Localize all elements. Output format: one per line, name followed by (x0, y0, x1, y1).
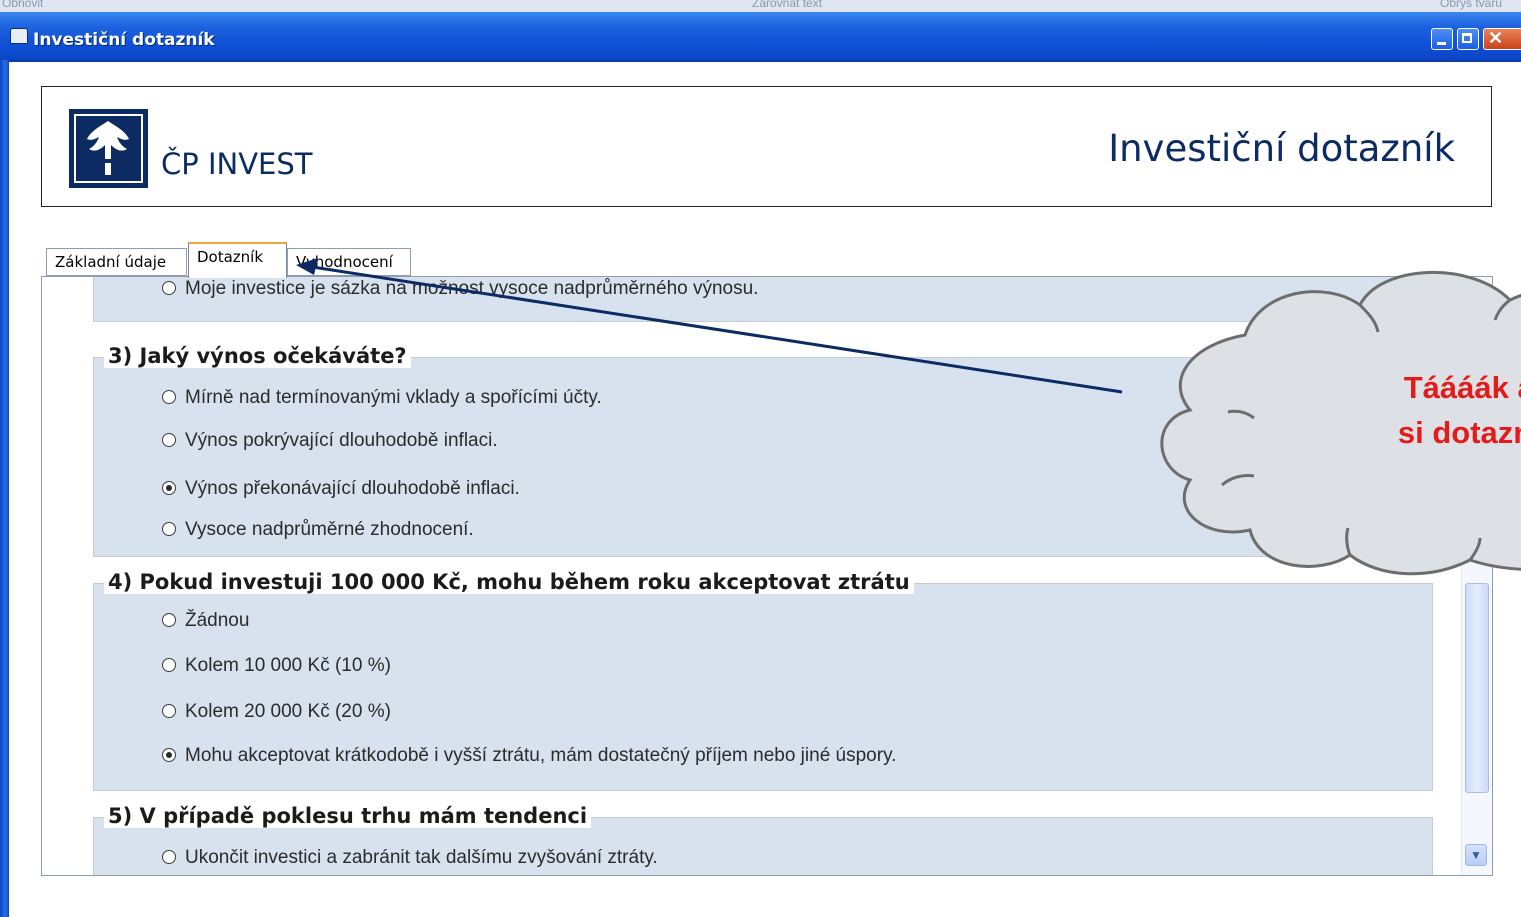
minimize-button[interactable] (1431, 28, 1453, 50)
question-group-q4: 4) Pokud investuji 100 000 Kč, mohu běhe… (93, 570, 1433, 791)
option-label: Moje investice je sázka na možnost vysoc… (185, 278, 759, 299)
radio-button[interactable] (162, 433, 176, 447)
radio-button[interactable] (162, 704, 176, 718)
window-border (0, 60, 9, 917)
radio-button[interactable] (162, 390, 176, 404)
app-icon (10, 28, 28, 44)
option-label: Výnos pokrývající dlouhodobě inflaci. (185, 430, 498, 451)
option-label: Mírně nad termínovanými vklady a spořící… (185, 387, 602, 408)
question-group-q5: 5) V případě poklesu trhu mám tendenci U… (93, 804, 1433, 875)
company-logo (69, 109, 148, 188)
callout-line: si dotazník (1397, 415, 1521, 450)
radio-option[interactable]: Moje investice je sázka na možnost vysoc… (162, 278, 758, 300)
page-title: Investiční dotazník (1108, 127, 1455, 170)
radio-option[interactable]: Kolem 10 000 Kč (10 %) (162, 655, 391, 677)
radio-option[interactable]: Ukončit investici a zabránit tak dalšímu… (162, 847, 658, 869)
callout-text: Táááák a d si dotazník (1283, 365, 1521, 455)
option-label: Žádnou (185, 610, 250, 631)
page-header: ČP INVEST Investiční dotazník (41, 86, 1492, 207)
option-label: Kolem 20 000 Kč (20 %) (185, 701, 391, 722)
window-title: Investiční dotazník (33, 30, 215, 50)
radio-button-selected[interactable] (162, 748, 176, 762)
tab-vyhodnoceni[interactable]: Vyhodnocení (287, 248, 411, 276)
window-titlebar[interactable]: Investiční dotazník (0, 12, 1521, 62)
scrollbar-thumb[interactable] (1465, 583, 1489, 793)
background-label: Obnovit (2, 0, 44, 10)
scroll-down-icon[interactable]: ▼ (1465, 844, 1487, 866)
radio-option[interactable]: Výnos pokrývající dlouhodobě inflaci. (162, 430, 498, 452)
option-label: Kolem 10 000 Kč (10 %) (185, 655, 391, 676)
maximize-button[interactable] (1457, 28, 1479, 50)
lion-emblem-icon (74, 114, 143, 183)
close-button[interactable] (1483, 28, 1521, 50)
option-label: Mohu akceptovat krátkodobě i vyšší ztrát… (185, 745, 897, 766)
radio-option[interactable]: Výnos překonávající dlouhodobě inflaci. (162, 478, 520, 500)
radio-option[interactable]: Mírně nad termínovanými vklady a spořící… (162, 387, 602, 409)
background-app-strip: Obnovit Zarovnat text Obrys tvaru (0, 0, 1521, 12)
radio-button-selected[interactable] (162, 481, 176, 495)
radio-option[interactable]: Vysoce nadprůměrné zhodnocení. (162, 519, 474, 541)
radio-button[interactable] (162, 613, 176, 627)
question-label: 3) Jaký výnos očekáváte? (104, 344, 411, 368)
tab-zakladni-udaje[interactable]: Základní údaje (46, 248, 187, 276)
option-label: Vysoce nadprůměrné zhodnocení. (185, 519, 474, 540)
question-label: 5) V případě poklesu trhu mám tendenci (104, 804, 592, 828)
tab-dotaznik[interactable]: Dotazník (188, 242, 287, 278)
radio-button[interactable] (162, 281, 176, 295)
radio-button[interactable] (162, 522, 176, 536)
radio-button[interactable] (162, 658, 176, 672)
background-label: Zarovnat text (752, 0, 823, 10)
radio-option[interactable]: Kolem 20 000 Kč (20 %) (162, 701, 391, 723)
option-label: Výnos překonávající dlouhodobě inflaci. (185, 478, 520, 499)
radio-option[interactable]: Mohu akceptovat krátkodobě i vyšší ztrát… (162, 745, 896, 767)
question-label: 4) Pokud investuji 100 000 Kč, mohu běhe… (104, 570, 914, 594)
option-label: Ukončit investici a zabránit tak dalšímu… (185, 847, 658, 868)
brand-name: ČP INVEST (161, 147, 313, 181)
radio-option[interactable]: Žádnou (162, 610, 249, 632)
background-label: Obrys tvaru (1440, 0, 1503, 10)
radio-button[interactable] (162, 850, 176, 864)
callout-line: Táááák a d (1403, 370, 1521, 405)
